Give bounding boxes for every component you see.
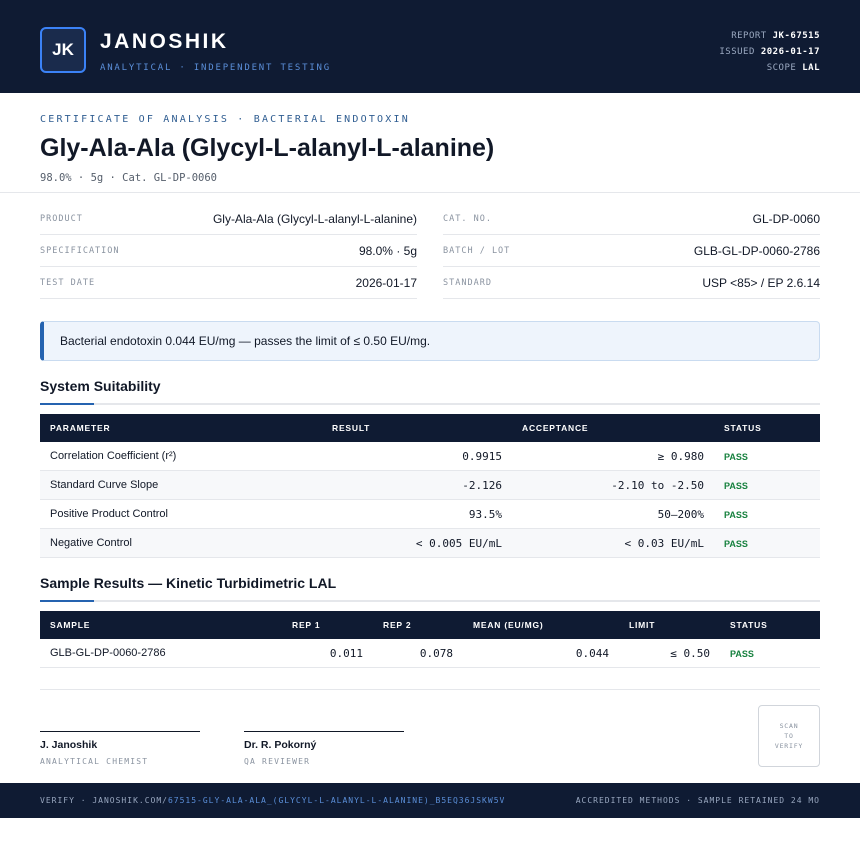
cell-result: -2.126	[462, 479, 502, 492]
sample-results-table: SAMPLE REP 1 REP 2 MEAN (EU/MG) LIMIT ST…	[40, 611, 820, 668]
cell-limit: ≤ 0.50	[670, 647, 710, 660]
logo-initials: JK	[52, 40, 74, 59]
title-subline: 98.0% · 5g · Cat. GL-DP-0060	[40, 172, 218, 184]
status-badge: PASS	[724, 510, 748, 520]
column-header: STATUS	[724, 423, 762, 433]
section-rule-accent	[40, 403, 94, 405]
qr-text: SCAN	[779, 722, 799, 730]
table-header: SAMPLE REP 1 REP 2 MEAN (EU/MG) LIMIT ST…	[40, 611, 820, 639]
info-value: USP <85> / EP 2.6.14	[702, 275, 820, 290]
column-header: SAMPLE	[50, 620, 91, 630]
signature-line	[40, 731, 200, 732]
document-type: CERTIFICATE OF ANALYSIS · BACTERIAL ENDO…	[40, 114, 410, 125]
verify-line: VERIFY · JANOSHIK.COM/67515-GLY-ALA-ALA_…	[40, 796, 505, 805]
report-footer: VERIFY · JANOSHIK.COM/67515-GLY-ALA-ALA_…	[0, 783, 860, 818]
signature-divider	[40, 689, 820, 690]
column-header: MEAN (EU/MG)	[473, 620, 544, 630]
signer-name: Dr. R. Pokorný	[244, 739, 317, 751]
qr-text: VERIFY	[774, 742, 804, 750]
signature-line	[244, 731, 404, 732]
table-row: Standard Curve Slope -2.126 -2.10 to -2.…	[40, 471, 820, 500]
cell-rep2: 0.078	[419, 647, 453, 660]
cell-acceptance: < 0.03 EU/mL	[624, 537, 704, 550]
table-header: PARAMETER RESULT ACCEPTANCE STATUS	[40, 414, 820, 442]
table-row: GLB-GL-DP-0060-2786 0.011 0.078 0.044 ≤ …	[40, 639, 820, 668]
section-rule	[40, 600, 820, 602]
result-callout: Bacterial endotoxin 0.044 EU/mg — passes…	[40, 321, 820, 361]
info-test-date: TEST DATE 2026-01-17	[40, 267, 417, 299]
qr-text: TO	[784, 732, 794, 740]
page-title: Gly-Ala-Ala (Glycyl-L-alanyl-L-alanine)	[40, 134, 495, 162]
cell-rep1: 0.011	[329, 647, 363, 660]
brand-tagline: ANALYTICAL · INDEPENDENT TESTING	[100, 63, 331, 73]
info-cat-no: CAT. NO. GL-DP-0060	[443, 203, 820, 235]
report-meta: REPORT JK-67515 ISSUED 2026-01-17 SCOPE …	[719, 28, 820, 76]
info-label: PRODUCT	[40, 213, 83, 224]
status-badge: PASS	[724, 452, 748, 462]
info-value: 98.0% · 5g	[358, 243, 417, 258]
table-row: Correlation Coefficient (r²) 0.9915 ≥ 0.…	[40, 442, 820, 471]
cell-mean: 0.044	[575, 647, 609, 660]
report-number: JK-67515	[772, 31, 820, 41]
info-batch-lot: BATCH / LOT GLB-GL-DP-0060-2786	[443, 235, 820, 267]
report-label: REPORT	[731, 31, 767, 41]
status-badge: PASS	[724, 539, 748, 549]
info-label: TEST DATE	[40, 277, 96, 288]
info-specification: SPECIFICATION 98.0% · 5g	[40, 235, 417, 267]
brand-logo: JK	[40, 27, 86, 73]
column-header: RESULT	[332, 423, 371, 433]
column-header: ACCEPTANCE	[522, 423, 589, 433]
column-header: REP 2	[383, 620, 412, 630]
cell-parameter: Positive Product Control	[50, 508, 168, 520]
cell-result: 0.9915	[462, 450, 502, 463]
cell-acceptance: -2.10 to -2.50	[611, 479, 704, 492]
section-title-system-suitability: System Suitability	[40, 378, 161, 394]
column-header: LIMIT	[629, 620, 656, 630]
section-title-sample-results: Sample Results — Kinetic Turbidimetric L…	[40, 575, 337, 591]
info-value: 2026-01-17	[355, 275, 417, 290]
table-row: Positive Product Control 93.5% 50–200% P…	[40, 500, 820, 529]
brand-name: JANOSHIK	[100, 30, 229, 53]
info-value: Gly-Ala-Ala (Glycyl-L-alanyl-L-alanine)	[212, 211, 417, 226]
footer-notes: ACCREDITED METHODS · SAMPLE RETAINED 24 …	[575, 796, 820, 805]
cell-acceptance: ≥ 0.980	[657, 450, 704, 463]
info-label: STANDARD	[443, 277, 492, 288]
callout-text: Bacterial endotoxin 0.044 EU/mg — passes…	[60, 334, 431, 348]
info-value: GLB-GL-DP-0060-2786	[693, 243, 820, 258]
system-suitability-table: PARAMETER RESULT ACCEPTANCE STATUS Corre…	[40, 414, 820, 558]
info-value: GL-DP-0060	[752, 211, 820, 226]
scope-label: SCOPE	[766, 63, 797, 73]
info-label: SPECIFICATION	[40, 245, 120, 256]
status-badge: PASS	[730, 649, 754, 659]
column-header: REP 1	[292, 620, 321, 630]
signer-name: J. Janoshik	[40, 739, 98, 751]
section-rule-accent	[40, 600, 94, 602]
info-label: CAT. NO.	[443, 213, 492, 224]
section-rule	[40, 403, 820, 405]
cell-parameter: Standard Curve Slope	[50, 479, 159, 491]
signer-role: QA REVIEWER	[244, 757, 311, 766]
scope-value: LAL	[802, 63, 820, 73]
info-standard: STANDARD USP <85> / EP 2.6.14	[443, 267, 820, 299]
cell-parameter: Correlation Coefficient (r²)	[50, 450, 177, 462]
issued-date: 2026-01-17	[760, 47, 820, 57]
cell-parameter: Negative Control	[50, 537, 132, 549]
cell-sample: GLB-GL-DP-0060-2786	[50, 647, 166, 659]
cell-result: < 0.005 EU/mL	[415, 537, 502, 550]
column-header: STATUS	[730, 620, 768, 630]
info-product: PRODUCT Gly-Ala-Ala (Glycyl-L-alanyl-L-a…	[40, 203, 417, 235]
report-header: JK JANOSHIK ANALYTICAL · INDEPENDENT TES…	[0, 0, 860, 93]
cell-result: 93.5%	[468, 508, 502, 521]
verify-link[interactable]: 67515-GLY-ALA-ALA_(GLYCYL-L-ALANYL-L-ALA…	[168, 796, 505, 805]
table-row: Negative Control < 0.005 EU/mL < 0.03 EU…	[40, 529, 820, 558]
verify-qr-code[interactable]: SCAN TO VERIFY	[758, 705, 820, 767]
signer-role: ANALYTICAL CHEMIST	[40, 757, 149, 766]
column-header: PARAMETER	[50, 423, 111, 433]
title-divider	[0, 192, 860, 193]
verify-prefix: VERIFY · JANOSHIK.COM/	[40, 796, 168, 805]
info-label: BATCH / LOT	[443, 245, 511, 256]
cell-acceptance: 50–200%	[657, 508, 704, 521]
issued-label: ISSUED	[719, 47, 755, 57]
status-badge: PASS	[724, 481, 748, 491]
